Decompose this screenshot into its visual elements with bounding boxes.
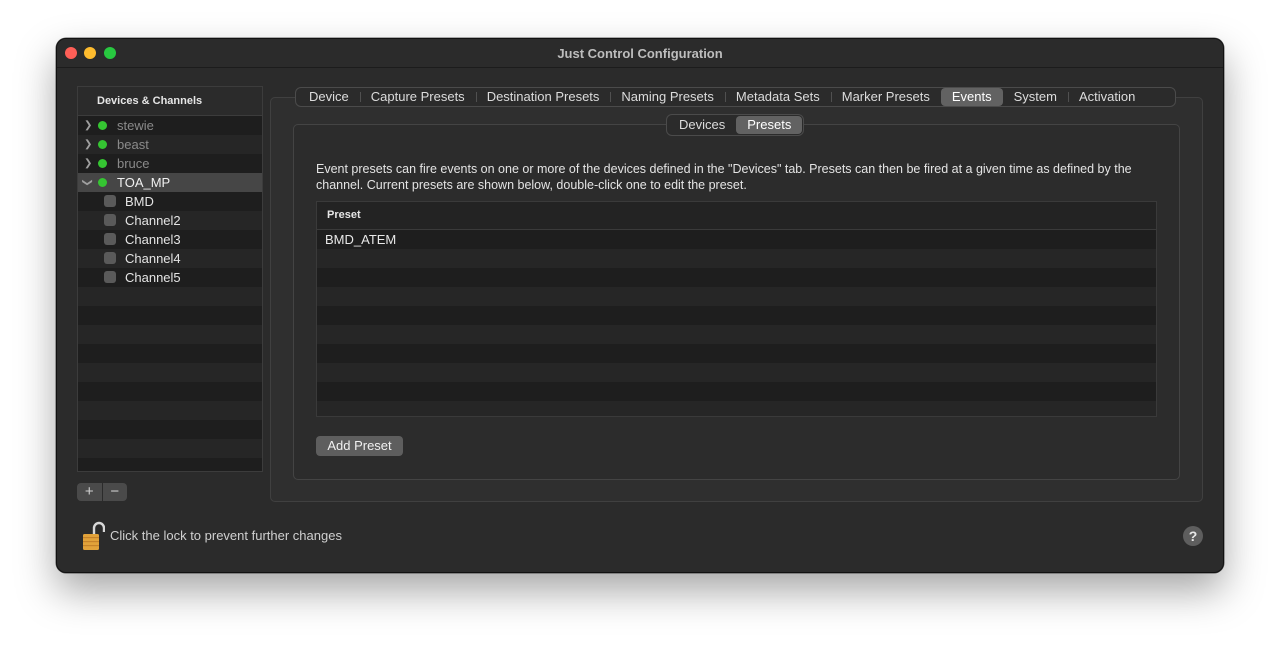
device-name: bruce (117, 156, 150, 171)
channel-name: BMD (125, 194, 154, 209)
status-dot-icon (98, 140, 107, 149)
tab-naming-presets[interactable]: Naming Presets (610, 88, 724, 106)
channel-row-channel4[interactable]: Channel4 (78, 249, 262, 268)
empty-row (317, 363, 1156, 382)
empty-row (78, 420, 262, 439)
chevron-right-icon[interactable]: ❯ (84, 135, 92, 154)
remove-device-button[interactable]: − (103, 483, 128, 501)
device-name: TOA_MP (117, 175, 171, 190)
device-row-toa-mp[interactable]: ❯ TOA_MP (78, 173, 262, 192)
channel-name: Channel5 (125, 270, 181, 285)
empty-row (317, 401, 1156, 416)
chevron-down-icon[interactable]: ❯ (78, 178, 97, 186)
chevron-right-icon[interactable]: ❯ (84, 154, 92, 173)
device-row-bruce[interactable]: ❯ bruce (78, 154, 262, 173)
device-name: stewie (117, 118, 154, 133)
tab-metadata-sets[interactable]: Metadata Sets (724, 88, 831, 106)
channel-row-channel3[interactable]: Channel3 (78, 230, 262, 249)
channel-name: Channel3 (125, 232, 181, 247)
tab-events[interactable]: Events (940, 88, 1003, 106)
lock-status-text: Click the lock to prevent further change… (110, 528, 342, 543)
tab-marker-presets[interactable]: Marker Presets (830, 88, 941, 106)
window-title: Just Control Configuration (557, 46, 723, 61)
channel-row-channel2[interactable]: Channel2 (78, 211, 262, 230)
device-row-beast[interactable]: ❯ beast (78, 135, 262, 154)
preset-column-header[interactable]: Preset (317, 202, 1156, 230)
main-tab-bar: Device Capture Presets Destination Prese… (295, 87, 1176, 107)
device-row-stewie[interactable]: ❯ stewie (78, 116, 262, 135)
empty-row (78, 439, 262, 458)
empty-row (317, 325, 1156, 344)
empty-row (78, 363, 262, 382)
lock-icon[interactable] (81, 520, 106, 552)
empty-row (317, 249, 1156, 268)
empty-row (78, 325, 262, 344)
empty-row (78, 344, 262, 363)
empty-row (78, 306, 262, 325)
empty-row (78, 287, 262, 306)
tab-system[interactable]: System (1003, 88, 1068, 106)
channel-checkbox[interactable] (104, 233, 116, 245)
channel-row-channel5[interactable]: Channel5 (78, 268, 262, 287)
channel-checkbox[interactable] (104, 252, 116, 264)
add-remove-control: + − (77, 483, 127, 501)
status-dot-icon (98, 121, 107, 130)
tab-destination-presets[interactable]: Destination Presets (475, 88, 611, 106)
sidebar-rows: ❯ stewie ❯ beast ❯ bruce ❯ TOA_MP BMD Ch… (78, 116, 262, 471)
device-name: beast (117, 137, 149, 152)
tab-device[interactable]: Device (298, 88, 360, 106)
help-button[interactable]: ? (1183, 526, 1203, 546)
channel-checkbox[interactable] (104, 214, 116, 226)
table-row[interactable]: BMD_ATEM (317, 230, 1156, 249)
devices-channels-list[interactable]: Devices & Channels ❯ stewie ❯ beast ❯ br… (77, 86, 263, 472)
status-dot-icon (98, 178, 107, 187)
empty-row (78, 382, 262, 401)
empty-row (317, 268, 1156, 287)
channel-checkbox[interactable] (104, 195, 116, 207)
channel-checkbox[interactable] (104, 271, 116, 283)
empty-row (317, 306, 1156, 325)
empty-row (317, 382, 1156, 401)
devices-channels-header: Devices & Channels (78, 87, 262, 116)
status-dot-icon (98, 159, 107, 168)
add-preset-button[interactable]: Add Preset (316, 436, 403, 456)
empty-row (317, 344, 1156, 363)
subtab-presets[interactable]: Presets (736, 116, 803, 134)
events-description: Event presets can fire events on one or … (316, 162, 1132, 192)
empty-row (78, 401, 262, 420)
add-device-button[interactable]: + (77, 483, 102, 501)
subtab-devices[interactable]: Devices (668, 116, 736, 134)
app-window: Just Control Configuration Devices & Cha… (56, 38, 1224, 573)
channel-name: Channel2 (125, 213, 181, 228)
presets-table[interactable]: Preset BMD_ATEM (316, 201, 1157, 417)
empty-row (78, 458, 262, 471)
tab-capture-presets[interactable]: Capture Presets (359, 88, 476, 106)
empty-row (317, 287, 1156, 306)
channel-name: Channel4 (125, 251, 181, 266)
presets-table-body: BMD_ATEM (317, 230, 1156, 416)
tab-activation[interactable]: Activation (1067, 88, 1146, 106)
title-bar: Just Control Configuration (57, 39, 1223, 68)
chevron-right-icon[interactable]: ❯ (84, 116, 92, 135)
events-subtab-bar: Devices Presets (666, 114, 805, 136)
channel-row-bmd[interactable]: BMD (78, 192, 262, 211)
